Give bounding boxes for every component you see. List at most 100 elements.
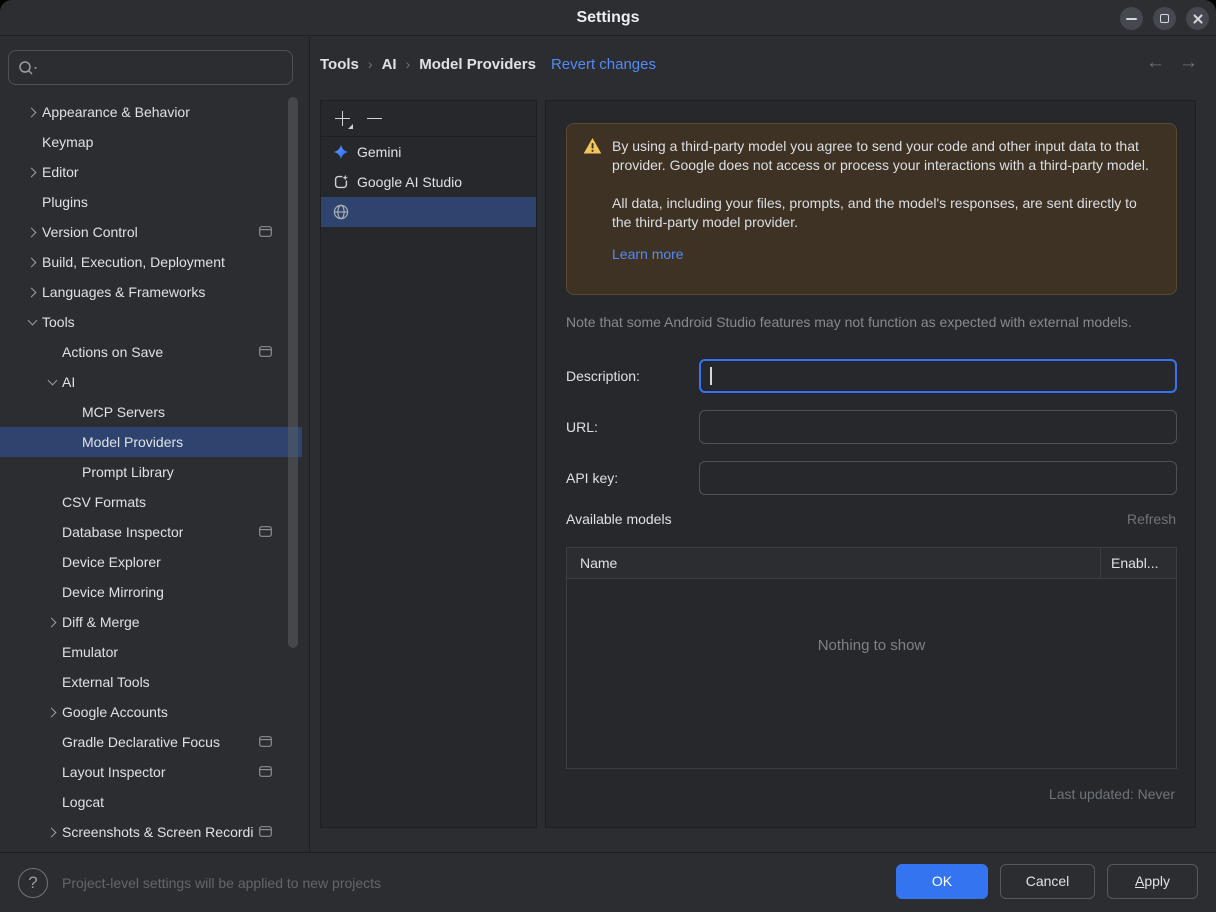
project-badge-icon	[259, 346, 272, 357]
chevron-right-icon[interactable]	[22, 277, 42, 307]
sidebar-item-label: Screenshots & Screen Recordi	[62, 824, 253, 840]
sidebar-item-emulator[interactable]: Emulator	[0, 637, 302, 667]
sidebar-item-languages-frameworks[interactable]: Languages & Frameworks	[0, 277, 302, 307]
sidebar-item-version-control[interactable]: Version Control	[0, 217, 302, 247]
chevron-right-icon[interactable]	[42, 817, 62, 847]
tree-indent	[62, 427, 82, 457]
provider-item-custom[interactable]	[321, 197, 536, 227]
sidebar-item-google-accounts[interactable]: Google Accounts	[0, 697, 302, 727]
tree-indent	[22, 187, 42, 217]
column-header-enabled[interactable]: Enabl...	[1101, 548, 1176, 578]
available-models-label: Available models	[566, 511, 672, 527]
chevron-right-icon[interactable]	[22, 157, 42, 187]
provider-item-gemini[interactable]: Gemini	[321, 137, 536, 167]
api-key-field[interactable]	[699, 461, 1177, 495]
sidebar-item-ai[interactable]: AI	[0, 367, 302, 397]
sidebar-item-label: Appearance & Behavior	[42, 104, 190, 120]
models-table-header: Name Enabl...	[567, 548, 1176, 579]
sidebar-item-keymap[interactable]: Keymap	[0, 127, 302, 157]
sidebar-item-model-providers[interactable]: Model Providers	[0, 427, 302, 457]
provider-detail-panel: By using a third-party model you agree t…	[545, 100, 1196, 828]
sidebar-item-device-mirroring[interactable]: Device Mirroring	[0, 577, 302, 607]
project-badge-icon	[259, 826, 272, 837]
sidebar-item-device-explorer[interactable]: Device Explorer	[0, 547, 302, 577]
sidebar-item-diff-merge[interactable]: Diff & Merge	[0, 607, 302, 637]
provider-name: Google AI Studio	[357, 174, 462, 190]
column-header-name[interactable]: Name	[567, 548, 1101, 578]
third-party-warning-banner: By using a third-party model you agree t…	[566, 123, 1177, 295]
tree-indent	[42, 757, 62, 787]
sidebar-item-external-tools[interactable]: External Tools	[0, 667, 302, 697]
url-field[interactable]	[699, 410, 1177, 444]
sidebar-item-label: Editor	[42, 164, 79, 180]
sidebar-item-tools[interactable]: Tools	[0, 307, 302, 337]
warning-text: By using a third-party model you agree t…	[612, 137, 1160, 281]
chevron-down-icon[interactable]	[22, 307, 42, 337]
chevron-right-icon[interactable]	[42, 607, 62, 637]
help-button[interactable]: ?	[18, 868, 48, 898]
minimize-button[interactable]	[1120, 7, 1143, 30]
sidebar-item-prompt-library[interactable]: Prompt Library	[0, 457, 302, 487]
sidebar-item-label: AI	[62, 374, 75, 390]
title-bar: Settings	[0, 0, 1216, 36]
sidebar-item-plugins[interactable]: Plugins	[0, 187, 302, 217]
chevron-right-icon[interactable]	[42, 697, 62, 727]
sidebar-item-label: Device Mirroring	[62, 584, 164, 600]
ok-button[interactable]: OK	[896, 864, 988, 899]
cancel-button[interactable]: Cancel	[1000, 864, 1095, 899]
maximize-button[interactable]	[1153, 7, 1176, 30]
sidebar-item-actions-on-save[interactable]: Actions on Save	[0, 337, 302, 367]
minimize-icon	[1126, 18, 1137, 20]
sidebar-item-label: Languages & Frameworks	[42, 284, 205, 300]
tree-indent	[42, 577, 62, 607]
sidebar-item-editor[interactable]: Editor	[0, 157, 302, 187]
sidebar-item-label: External Tools	[62, 674, 150, 690]
providers-panel: Gemini Google AI Studio	[320, 100, 537, 828]
sidebar-item-label: Prompt Library	[82, 464, 174, 480]
warning-paragraph-2: All data, including your files, prompts,…	[612, 194, 1160, 232]
globe-icon	[333, 204, 349, 220]
revert-changes-link[interactable]: Revert changes	[551, 56, 656, 73]
sidebar-item-mcp-servers[interactable]: MCP Servers	[0, 397, 302, 427]
sidebar-item-csv-formats[interactable]: CSV Formats	[0, 487, 302, 517]
add-provider-button[interactable]	[334, 110, 352, 128]
breadcrumb-separator: ›	[397, 56, 420, 72]
maximize-icon	[1160, 14, 1169, 23]
apply-button[interactable]: Apply	[1107, 864, 1198, 899]
sidebar-item-label: Layout Inspector	[62, 764, 166, 780]
sidebar-item-layout-inspector[interactable]: Layout Inspector	[0, 757, 302, 787]
chevron-right-icon[interactable]	[22, 97, 42, 127]
sidebar-item-label: CSV Formats	[62, 494, 146, 510]
remove-provider-button[interactable]	[367, 110, 383, 128]
sidebar-item-label: Build, Execution, Deployment	[42, 254, 225, 270]
search-input[interactable]	[8, 50, 293, 85]
project-badge-icon	[259, 526, 272, 537]
chevron-right-icon[interactable]	[22, 217, 42, 247]
provider-item-google-ai-studio[interactable]: Google AI Studio	[321, 167, 536, 197]
sidebar-scrollbar[interactable]	[288, 97, 298, 648]
tree-indent	[42, 667, 62, 697]
learn-more-link[interactable]: Learn more	[612, 245, 684, 264]
sidebar-item-gradle-declarative-focus[interactable]: Gradle Declarative Focus	[0, 727, 302, 757]
sidebar-item-appearance-behavior[interactable]: Appearance & Behavior	[0, 97, 302, 127]
chevron-down-icon[interactable]	[42, 367, 62, 397]
forward-arrow-icon[interactable]: →	[1179, 52, 1198, 74]
sidebar-item-build-execution-deployment[interactable]: Build, Execution, Deployment	[0, 247, 302, 277]
provider-name: Gemini	[357, 144, 401, 160]
ai-studio-icon	[333, 174, 349, 190]
close-button[interactable]	[1186, 7, 1209, 30]
project-badge-icon	[259, 226, 272, 237]
sidebar-item-label: Gradle Declarative Focus	[62, 734, 220, 750]
refresh-button[interactable]: Refresh	[1127, 511, 1176, 527]
search-icon	[18, 60, 38, 76]
breadcrumb-tools[interactable]: Tools	[320, 56, 359, 73]
sidebar-item-database-inspector[interactable]: Database Inspector	[0, 517, 302, 547]
back-arrow-icon[interactable]: ←	[1146, 52, 1165, 74]
sidebar-item-logcat[interactable]: Logcat	[0, 787, 302, 817]
breadcrumb-ai[interactable]: AI	[382, 56, 397, 73]
sidebar-item-label: Actions on Save	[62, 344, 163, 360]
chevron-right-icon[interactable]	[22, 247, 42, 277]
tree-indent	[62, 457, 82, 487]
sidebar-item-screenshots-screen-recordi[interactable]: Screenshots & Screen Recordi	[0, 817, 302, 847]
description-field[interactable]	[699, 359, 1177, 393]
